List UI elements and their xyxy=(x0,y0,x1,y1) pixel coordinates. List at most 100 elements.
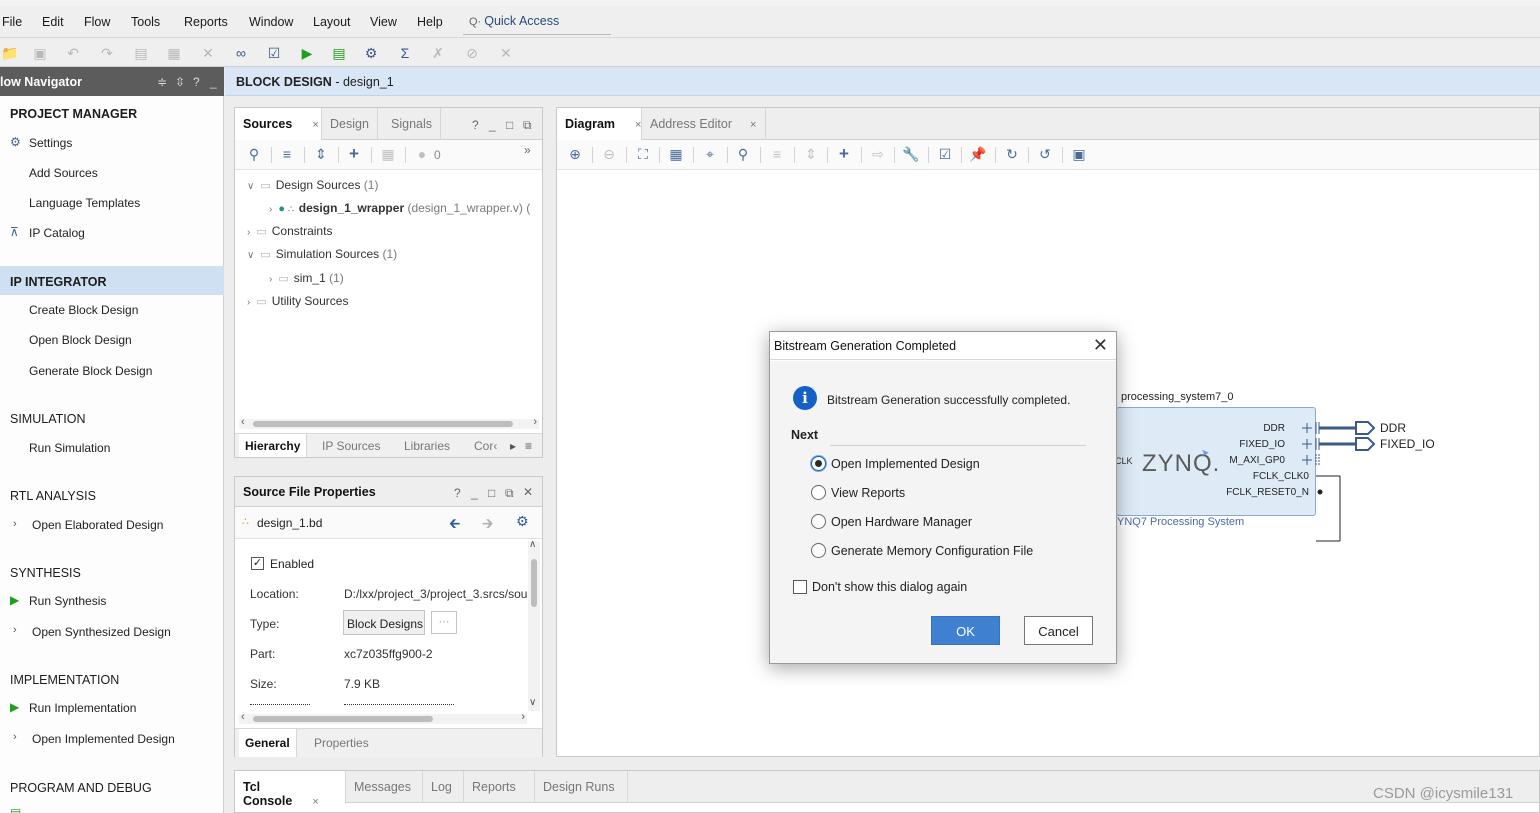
nav-section-simulation[interactable]: SIMULATION xyxy=(10,412,85,426)
option-generate-memory-config[interactable]: Generate Memory Configuration File xyxy=(831,544,1033,558)
prop-value-type[interactable]: Block Designs xyxy=(343,610,425,635)
nav-section-rtl-analysis[interactable]: RTL ANALYSIS xyxy=(10,489,96,503)
validate-icon[interactable]: ☑ xyxy=(936,146,954,163)
chevron-down-icon[interactable]: ∨ xyxy=(529,697,536,708)
scrollbar-thumb[interactable] xyxy=(531,559,537,607)
zoom-out-icon[interactable]: ⊖ xyxy=(600,146,618,163)
close-run-icon[interactable]: ✕ xyxy=(497,44,515,62)
close-icon[interactable]: × xyxy=(312,796,318,808)
tree-constraints[interactable]: › ▭ Constraints xyxy=(247,224,332,238)
nav-item-add-sources[interactable]: Add Sources xyxy=(29,166,98,180)
nav-item-generate-block-design[interactable]: Generate Block Design xyxy=(29,364,152,378)
scrollbar-thumb[interactable] xyxy=(253,421,513,427)
nav-section-synthesis[interactable]: SYNTHESIS xyxy=(10,566,81,580)
minimize-icon[interactable]: _ xyxy=(489,118,496,132)
nav-item-run-implementation[interactable]: Run Implementation xyxy=(29,701,136,715)
external-port-ddr[interactable]: DDR xyxy=(1380,421,1406,435)
nav-section-program-debug[interactable]: PROGRAM AND DEBUG xyxy=(10,781,152,795)
tree-sim-1[interactable]: › ▭ sim_1 (1) xyxy=(269,271,344,285)
scrollbar-thumb[interactable] xyxy=(253,716,433,722)
program-device-icon[interactable]: ▤ xyxy=(330,44,348,62)
chevron-down-icon[interactable]: ∨ xyxy=(247,250,254,261)
chevron-right-icon[interactable]: › xyxy=(247,297,250,308)
undo-icon[interactable]: ↶ xyxy=(64,44,82,62)
zynq-processing-system-block[interactable]: CLK ZYNQ. ➤ DDR FIXED_IO M_AXI_GP0 FCLK_… xyxy=(1115,407,1316,528)
tab-signals[interactable]: Signals xyxy=(383,108,441,140)
nav-item-ip-catalog[interactable]: IP Catalog xyxy=(29,226,85,240)
chevron-left-icon[interactable]: ‹ xyxy=(241,711,245,723)
gear-icon[interactable]: ⚙ xyxy=(516,513,529,530)
radio-generate-memory-config[interactable] xyxy=(811,543,826,558)
cancel-button[interactable]: Cancel xyxy=(1024,616,1093,645)
tab-design[interactable]: Design xyxy=(322,108,378,140)
open-project-icon[interactable]: 📁 xyxy=(1,44,19,62)
wrench-icon[interactable]: 🔧 xyxy=(902,146,920,163)
help-icon[interactable]: ? xyxy=(193,75,200,89)
chevron-left-icon[interactable]: ‹ xyxy=(241,416,245,428)
collapse-all-icon[interactable]: ≡ xyxy=(278,146,296,162)
chip-icon[interactable]: ▣ xyxy=(1070,146,1088,163)
save-icon[interactable]: ▣ xyxy=(31,44,49,62)
tab-log[interactable]: Log xyxy=(423,771,464,803)
float-icon[interactable]: ⧉ xyxy=(523,118,532,133)
nav-item-language-templates[interactable]: Language Templates xyxy=(29,196,140,210)
port-ddr[interactable]: DDR xyxy=(1263,423,1285,434)
binoculars-icon[interactable]: ∞ xyxy=(232,44,250,62)
expand-all-icon[interactable]: ⇕ xyxy=(802,146,820,163)
type-more-button[interactable]: ··· xyxy=(431,611,457,634)
chevron-right-icon[interactable]: › xyxy=(247,227,250,238)
collapse-all-icon[interactable]: ≡ xyxy=(768,146,786,162)
close-icon[interactable]: × xyxy=(635,119,641,131)
chevron-right-icon[interactable]: › xyxy=(13,518,17,530)
help-icon[interactable]: ? xyxy=(454,486,461,500)
horizontal-scrollbar[interactable]: ‹ › xyxy=(239,416,539,429)
unknown-file-icon[interactable]: ▦ xyxy=(379,146,397,163)
dont-show-checkbox[interactable] xyxy=(793,580,807,594)
tab-address-editor[interactable]: Address Editor × xyxy=(642,108,766,140)
option-open-implemented-design[interactable]: Open Implemented Design xyxy=(831,457,980,471)
close-icon[interactable]: × xyxy=(750,119,756,131)
nav-item-open-block-design[interactable]: Open Block Design xyxy=(29,333,132,347)
minimize-icon[interactable]: _ xyxy=(471,486,478,500)
maximize-icon[interactable]: □ xyxy=(506,118,513,132)
tab-design-runs[interactable]: Design Runs xyxy=(535,771,628,803)
zoom-area-icon[interactable]: ▦ xyxy=(667,146,685,163)
float-icon[interactable]: ⧉ xyxy=(505,486,514,501)
delete-icon[interactable]: ✕ xyxy=(199,44,217,62)
nav-section-implementation[interactable]: IMPLEMENTATION xyxy=(10,673,119,687)
expand-all-icon[interactable]: ⇕ xyxy=(312,146,330,163)
enabled-checkbox[interactable]: ✓ xyxy=(251,557,264,570)
tab-sources[interactable]: Sources × xyxy=(235,108,322,141)
close-icon[interactable]: ✕ xyxy=(1093,335,1108,356)
menu-window[interactable]: Window xyxy=(249,15,293,29)
chevron-right-icon[interactable]: › xyxy=(13,624,17,636)
menu-tools[interactable]: Tools xyxy=(131,15,160,29)
chevron-right-icon[interactable]: › xyxy=(269,274,272,285)
tree-design-sources[interactable]: ∨ ▭ Design Sources (1) xyxy=(247,178,378,192)
menu-view[interactable]: View xyxy=(370,15,397,29)
quick-access-search[interactable]: Q· Quick Access xyxy=(463,11,611,35)
nav-section-project-manager[interactable]: PROJECT MANAGER xyxy=(10,107,137,121)
nav-section-ip-integrator[interactable]: IP INTEGRATOR xyxy=(10,275,107,289)
tab-diagram[interactable]: Diagram × xyxy=(557,108,642,141)
menu-file[interactable]: File xyxy=(2,15,22,29)
search-icon[interactable]: ⚲ xyxy=(245,146,263,163)
menu-layout[interactable]: Layout xyxy=(313,15,351,29)
menu-icon[interactable]: ≡ xyxy=(525,439,532,453)
dont-show-label[interactable]: Don't show this dialog again xyxy=(812,580,967,594)
refresh-icon[interactable]: ↻ xyxy=(1003,146,1021,163)
maximize-icon[interactable]: □ xyxy=(488,486,495,500)
make-external-icon[interactable]: ⇨ xyxy=(869,146,887,163)
close-icon[interactable]: ✕ xyxy=(523,485,533,499)
nav-item-run-synthesis[interactable]: Run Synthesis xyxy=(29,594,106,608)
tab-properties[interactable]: Properties xyxy=(314,736,369,750)
external-port-fixed-io[interactable]: FIXED_IO xyxy=(1380,437,1435,451)
port-fclk-reset0-n[interactable]: FCLK_RESET0_N xyxy=(1226,487,1309,498)
nav-item-open-elaborated-design[interactable]: Open Elaborated Design xyxy=(32,518,163,532)
reset-icon[interactable]: ⊘ xyxy=(463,44,481,62)
option-open-hardware-manager[interactable]: Open Hardware Manager xyxy=(831,515,972,529)
horizontal-scrollbar[interactable]: ‹ › xyxy=(239,711,527,724)
validate-icon[interactable]: ☑ xyxy=(265,44,283,62)
nav-item-open-synthesized-design[interactable]: Open Synthesized Design xyxy=(32,625,171,639)
tab-ip-sources[interactable]: IP Sources xyxy=(322,439,380,453)
